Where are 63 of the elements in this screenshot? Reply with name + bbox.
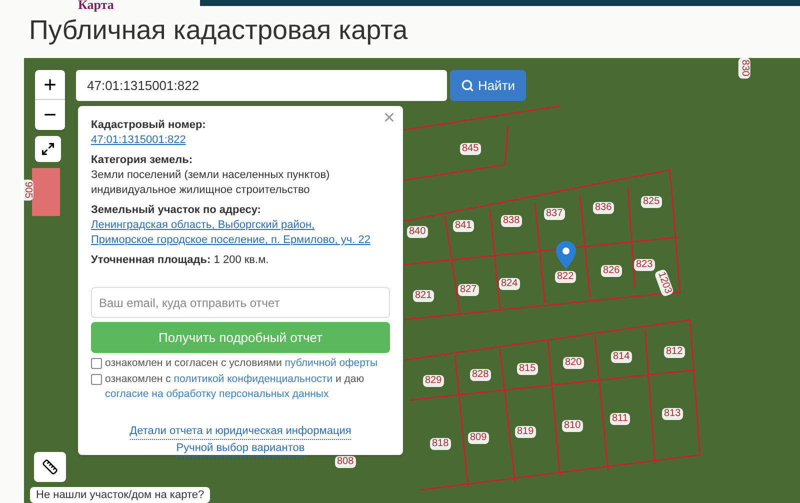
parcel-number[interactable]: 814 xyxy=(611,351,632,363)
parcel-number[interactable]: 829 xyxy=(423,375,444,387)
zoom-in-button[interactable]: + xyxy=(35,70,65,100)
parcel-number[interactable]: 822 xyxy=(555,271,576,283)
parcel-number[interactable]: 845 xyxy=(460,143,481,155)
search-icon xyxy=(460,79,474,92)
parcel-number[interactable]: 818 xyxy=(430,438,451,450)
search-button[interactable]: Найти xyxy=(450,70,526,101)
parcel-number[interactable]: 838 xyxy=(501,215,522,227)
agreement-text: ознакомлен и согласен с условиями xyxy=(105,357,283,369)
parcel-number[interactable]: 828 xyxy=(470,369,491,381)
field-value: 1 200 кв.м. xyxy=(212,254,269,266)
parcel-number[interactable]: 812 xyxy=(664,346,685,358)
field-label: Уточненная площадь: xyxy=(91,254,211,266)
parcel-number[interactable]: 824 xyxy=(499,278,520,290)
parcel-number[interactable]: 808 xyxy=(335,456,356,468)
footer-link[interactable]: Ручной выбор вариантов xyxy=(176,441,305,457)
field-label: Кадастровый номер: xyxy=(91,119,206,131)
parcel-number[interactable]: 811 xyxy=(610,413,630,425)
parcel-number[interactable]: 840 xyxy=(407,226,428,238)
not-found-notice[interactable]: Не нашли участок/дом на карте? xyxy=(30,487,210,503)
fullscreen-button[interactable] xyxy=(35,136,61,162)
logo-text[interactable]: Карта xyxy=(78,0,114,12)
parcel-number[interactable]: 826 xyxy=(601,265,622,277)
field-label: Земельный участок по адресу: xyxy=(91,204,261,216)
parcel-number[interactable]: 841 xyxy=(453,220,474,232)
agreement-checkbox[interactable] xyxy=(91,374,102,385)
footer-link[interactable]: Детали отчета и юридическая информация xyxy=(130,424,352,440)
parcel-number[interactable]: 810 xyxy=(562,420,583,432)
info-link[interactable]: Ленинградская область, Выборгский район, Приморское городское поселение, п. Ермилово, уч. 22 xyxy=(91,218,378,248)
agreement-checkbox[interactable] xyxy=(91,358,102,369)
field-value: индивидуальное жилищное строительство xyxy=(91,183,311,198)
ruler-icon xyxy=(42,459,58,475)
agreement-text: и даю xyxy=(334,373,364,385)
map-area-drawing xyxy=(32,168,60,216)
parcel-number[interactable]: 821 xyxy=(413,290,434,302)
parcel-number[interactable]: 836 xyxy=(593,202,614,214)
parcel-number[interactable]: 809 xyxy=(468,432,489,444)
close-button[interactable]: × xyxy=(383,108,395,128)
parcel-number[interactable]: 819 xyxy=(515,426,536,438)
parcel-number[interactable]: 813 xyxy=(662,408,683,420)
parcel-number[interactable]: 837 xyxy=(544,208,565,220)
parcel-number[interactable]: 815 xyxy=(517,363,538,375)
parcel-number[interactable]: 827 xyxy=(458,284,479,296)
field-value: Земли поселений (земли населенных пунктов) xyxy=(91,168,331,183)
location-pin-icon[interactable] xyxy=(556,241,576,269)
ruler-button[interactable] xyxy=(34,452,66,482)
field-label: Категория земель: xyxy=(91,154,193,166)
agreement-text: ознакомлен с xyxy=(105,373,172,385)
parcel-number[interactable]: 820 xyxy=(563,357,584,369)
email-field[interactable]: Ваш email, куда отправить отчет xyxy=(91,287,390,318)
agreement-link[interactable]: политикой конфиденциальности xyxy=(174,373,333,385)
parcel-number[interactable]: 905 xyxy=(21,180,34,200)
search-field[interactable]: 47:01:1315001:822 xyxy=(76,70,447,101)
agreement-link[interactable]: согласие на обработку персональных данных xyxy=(105,388,329,400)
parcel-number[interactable]: 823 xyxy=(634,259,655,271)
page-title: Публичная кадастровая карта xyxy=(29,14,408,46)
info-link[interactable]: 47:01:1315001:822 xyxy=(91,133,378,148)
zoom-out-button[interactable]: − xyxy=(35,100,65,130)
parcel-number[interactable]: 825 xyxy=(641,196,662,208)
agreement-link[interactable]: публичной оферты xyxy=(284,357,378,369)
parcel-number[interactable]: 830 xyxy=(738,58,750,78)
expand-icon xyxy=(41,142,55,156)
